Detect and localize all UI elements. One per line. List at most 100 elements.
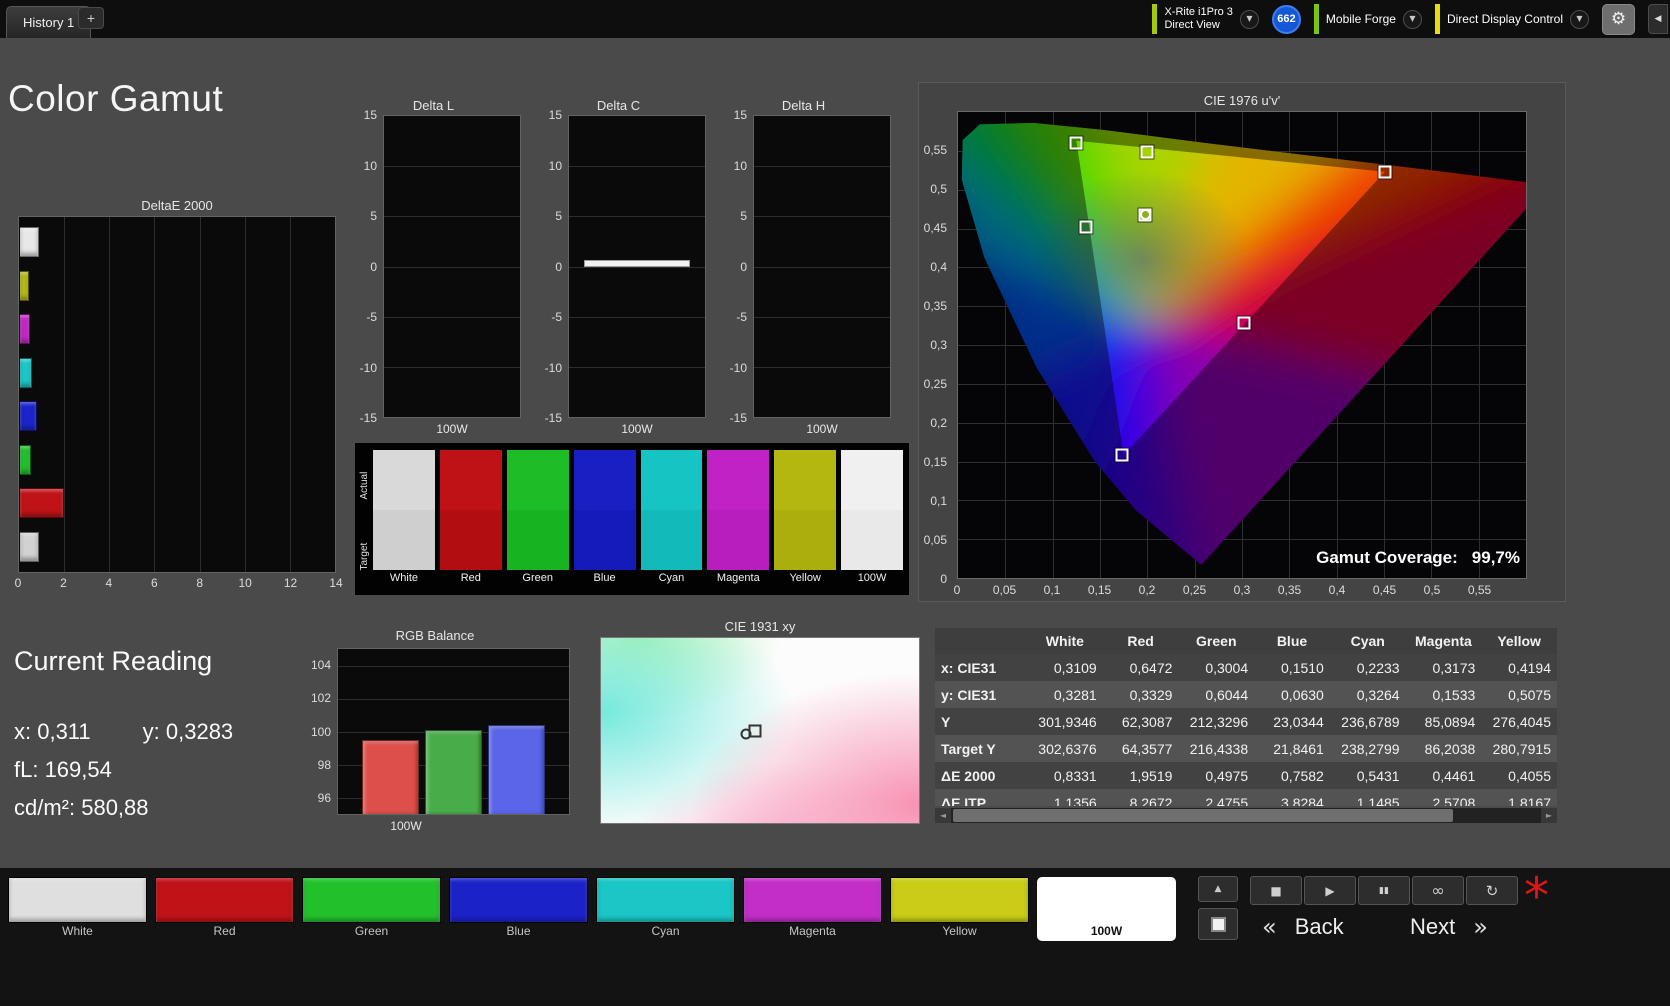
axis-tick-label: 0 bbox=[555, 259, 562, 274]
patch-100w[interactable]: 100W bbox=[1037, 877, 1176, 941]
table-cell: 85,0894 bbox=[1424, 713, 1476, 730]
up-arrow-icon: ▲ bbox=[1214, 884, 1222, 894]
patch-yellow[interactable]: Yellow bbox=[890, 877, 1029, 941]
reading-x: x: 0,311 bbox=[14, 719, 91, 744]
table-scrollbar[interactable]: ◄ ► bbox=[935, 808, 1557, 823]
row-label: Target Y bbox=[941, 740, 996, 757]
target-swatch bbox=[373, 510, 435, 570]
source-selector[interactable]: Mobile Forge ▼ bbox=[1313, 4, 1422, 34]
stop-button[interactable]: ■ bbox=[1250, 876, 1302, 905]
meter-selector[interactable]: X-Rite i1Pro 3 Direct View ▼ bbox=[1152, 4, 1259, 34]
patch-green[interactable]: Green bbox=[302, 877, 441, 941]
table-cell: 0,2233 bbox=[1356, 659, 1400, 676]
axis-tick-label: 0,25 bbox=[1182, 583, 1207, 597]
patch-label: Red bbox=[213, 924, 236, 938]
chart-plot-area bbox=[568, 115, 706, 418]
reading-y: y: 0,3283 bbox=[142, 719, 234, 744]
scrollbar-track[interactable] bbox=[951, 808, 1541, 823]
scroll-left-button[interactable]: ◄ bbox=[935, 808, 951, 823]
loop-continuous-button[interactable]: ∞ bbox=[1412, 876, 1464, 905]
expand-patches-button[interactable]: ▲ bbox=[1198, 876, 1238, 902]
play-icon: ▶ bbox=[1325, 883, 1335, 898]
gridline bbox=[569, 166, 705, 168]
x-axis-label: 100W bbox=[806, 422, 838, 436]
axis-tick-label: 15 bbox=[733, 108, 747, 122]
next-button[interactable]: Next » bbox=[1410, 910, 1488, 944]
y-axis-labels: 15 10 5 0 -5 -10 -15 bbox=[345, 108, 383, 425]
add-tab-button[interactable]: + bbox=[78, 7, 104, 29]
x-axis-label: 100W bbox=[436, 422, 468, 436]
swatch-label: 100W bbox=[857, 572, 887, 584]
meter-line2: Direct View bbox=[1164, 19, 1220, 31]
target-swatch bbox=[439, 510, 502, 570]
play-button[interactable]: ▶ bbox=[1304, 876, 1356, 905]
rgb-bars bbox=[358, 649, 549, 814]
gridline bbox=[384, 166, 520, 168]
patch-cyan[interactable]: Cyan bbox=[596, 877, 735, 941]
gridline bbox=[569, 316, 705, 318]
pause-button[interactable]: ▮▮ bbox=[1358, 876, 1410, 905]
infinity-icon: ∞ bbox=[1431, 881, 1445, 900]
table-cell: 0,8331 bbox=[1053, 767, 1097, 784]
meter-dropdown-button[interactable]: ▼ bbox=[1239, 9, 1259, 29]
source-dropdown-button[interactable]: ▼ bbox=[1402, 9, 1422, 29]
swatch-columns: White Red Green Blue Cyan Magenta Yellow 100W bbox=[373, 450, 903, 591]
table-cell: 21,8461 bbox=[1273, 740, 1324, 757]
gridline bbox=[384, 366, 520, 368]
patch-white[interactable]: White bbox=[8, 877, 147, 941]
target-swatch bbox=[841, 510, 903, 570]
scrollbar-thumb[interactable] bbox=[953, 809, 1453, 822]
patch-color bbox=[890, 877, 1029, 923]
actual-swatch bbox=[506, 450, 569, 510]
collapse-panel-button[interactable]: ◀ bbox=[1648, 4, 1668, 34]
patch-label: White bbox=[62, 924, 93, 938]
y-axis-labels: 15 10 5 0 -5 -10 -15 bbox=[715, 108, 753, 425]
gamut-coverage: Gamut Coverage: 99,7% bbox=[1316, 548, 1520, 568]
axis-tick-label: 10 bbox=[363, 158, 377, 173]
axis-tick-label: 2 bbox=[60, 576, 67, 590]
y-axis-labels: 15 10 5 0 -5 -10 -15 bbox=[530, 108, 568, 425]
display-control-dropdown-button[interactable]: ▼ bbox=[1570, 9, 1589, 29]
table-cell: 0,6044 bbox=[1205, 686, 1249, 703]
chevron-down-icon: ▼ bbox=[1409, 14, 1416, 23]
patch-color bbox=[8, 877, 147, 923]
table-cell: 0,5431 bbox=[1356, 767, 1400, 784]
reading-cdm2: cd/m²: 580,88 bbox=[14, 795, 149, 820]
cie1976-panel: CIE 1976 u'v' 0,55 0,5 0,45 0,4 0,35 0,3 0,25 0… bbox=[918, 82, 1566, 602]
patch-window-button[interactable] bbox=[1198, 908, 1238, 940]
axis-tick-label: 8 bbox=[196, 576, 204, 590]
gridline bbox=[569, 216, 705, 218]
axis-tick-label: 10 bbox=[733, 158, 747, 173]
row-label: ΔE ITP bbox=[941, 794, 987, 807]
patch-blue[interactable]: Blue bbox=[449, 877, 588, 941]
display-control-label: Direct Display Control bbox=[1446, 11, 1563, 26]
table-header-cell: White bbox=[1045, 633, 1084, 649]
cie-plot: Gamut Coverage: 99,7% bbox=[957, 111, 1527, 579]
scroll-right-button[interactable]: ► bbox=[1541, 808, 1557, 823]
back-button[interactable]: « Back bbox=[1262, 910, 1344, 944]
chart-plot-area bbox=[337, 648, 570, 815]
table-cell: 216,4338 bbox=[1189, 740, 1249, 757]
back-chevrons-icon: « bbox=[1262, 913, 1277, 941]
patch-magenta[interactable]: Magenta bbox=[743, 877, 882, 941]
swatch-col-magenta: Magenta bbox=[707, 450, 770, 591]
table-cell: 0,3281 bbox=[1053, 686, 1097, 703]
chevron-down-icon: ▼ bbox=[1246, 14, 1253, 23]
refresh-button[interactable]: ↻ bbox=[1466, 876, 1518, 905]
x-axis-label: 100W bbox=[621, 422, 653, 436]
patch-color bbox=[155, 877, 294, 923]
settings-gear-button[interactable]: ⚙ bbox=[1602, 3, 1635, 35]
table-cell: 1,8167 bbox=[1508, 794, 1551, 807]
meter-label: X-Rite i1Pro 3 Direct View bbox=[1164, 6, 1232, 32]
axis-tick-label: 102 bbox=[310, 691, 331, 706]
actual-swatch bbox=[707, 450, 770, 510]
axis-tick-label: -15 bbox=[729, 411, 747, 425]
stop-icon: ■ bbox=[1270, 883, 1282, 898]
bar-magenta bbox=[20, 314, 30, 345]
display-control-selector[interactable]: Direct Display Control ▼ bbox=[1434, 4, 1589, 34]
gridline bbox=[569, 266, 705, 268]
axis-tick-label: 0 bbox=[370, 259, 377, 274]
axis-tick-label: 4 bbox=[105, 576, 113, 590]
patch-red[interactable]: Red bbox=[155, 877, 294, 941]
gridline bbox=[754, 366, 890, 368]
